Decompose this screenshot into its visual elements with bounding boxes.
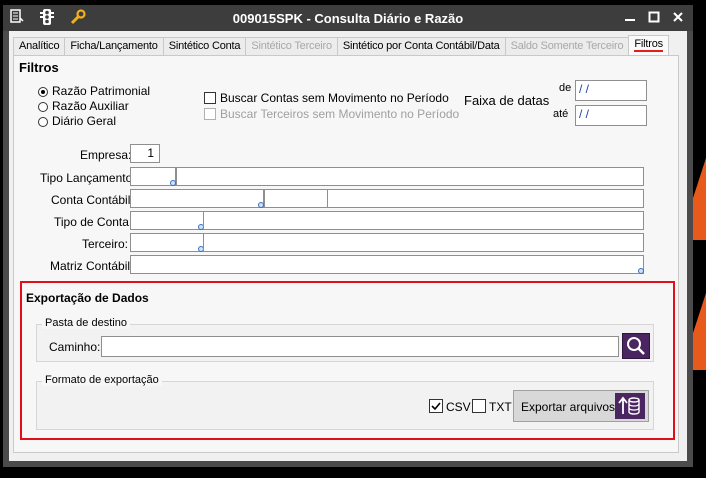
tipo-conta-desc-field[interactable]: [203, 211, 644, 230]
tipo-lancamento-desc-field[interactable]: [176, 167, 644, 186]
window-title: 009015SPK - Consulta Diário e Razão: [232, 11, 464, 26]
minimize-button[interactable]: [621, 9, 639, 27]
tab-strip: Analítico Ficha/Lançamento Sintético Con…: [13, 35, 669, 55]
date-range-label: Faixa de datas: [464, 93, 550, 108]
title-bar: 009015SPK - Consulta Diário e Razão: [3, 5, 693, 31]
browse-folder-button[interactable]: [622, 333, 650, 359]
export-icon: [615, 393, 645, 419]
terceiro-label: Terceiro:: [82, 237, 129, 251]
radio-label: Razão Auxiliar: [52, 99, 129, 113]
checkbox-contas-sem-movimento[interactable]: [204, 92, 216, 104]
export-format-title: Formato de exportação: [42, 374, 162, 386]
checkbox-terceiros-sem-movimento: [204, 108, 216, 120]
export-section: Exportação de Dados Pasta de destino Cam…: [20, 281, 675, 440]
date-to-field[interactable]: / /: [575, 105, 647, 126]
check-icon: [431, 402, 441, 411]
path-label: Caminho:: [49, 340, 101, 354]
checkbox-label: Buscar Contas sem Movimento no Período: [220, 91, 449, 105]
txt-checkbox[interactable]: [472, 399, 486, 413]
destination-folder-title: Pasta de destino: [42, 317, 130, 329]
checkbox-label: Buscar Terceiros sem Movimento no Períod…: [220, 107, 460, 121]
export-title: Exportação de Dados: [26, 291, 149, 305]
export-format-group: Formato de exportação CSV TXT Exportar a…: [36, 374, 654, 430]
csv-checkbox[interactable]: [429, 399, 443, 413]
conta-contabil-code-field[interactable]: [130, 189, 264, 208]
empresa-label: Empresa:: [80, 148, 132, 162]
matriz-contabil-field[interactable]: [130, 255, 644, 274]
search-icon: [627, 337, 645, 355]
radio-razao-patrimonial[interactable]: [38, 87, 48, 97]
csv-label: CSV: [446, 400, 471, 414]
conta-contabil-mid-field[interactable]: [264, 189, 328, 208]
export-files-button[interactable]: Exportar arquivos: [513, 390, 649, 422]
conta-contabil-label: Conta Contábil:: [51, 193, 134, 207]
radio-razao-auxiliar[interactable]: [38, 102, 48, 112]
maximize-button[interactable]: [645, 9, 663, 27]
tab-filtros[interactable]: Filtros: [628, 35, 669, 55]
lookup-icon[interactable]: [638, 268, 644, 274]
date-from-field[interactable]: / /: [575, 80, 647, 101]
tipo-lancamento-label: Tipo Lançamento:: [40, 171, 136, 185]
date-from-label: de: [559, 82, 572, 94]
date-to-label: até: [553, 108, 569, 120]
conta-contabil-desc-field[interactable]: [327, 189, 644, 208]
close-button[interactable]: [669, 9, 687, 27]
tab-analitico[interactable]: Analítico: [13, 37, 66, 55]
tab-saldo-somente-terceiro: Saldo Somente Terceiro: [504, 37, 630, 55]
tab-sintetico-conta[interactable]: Sintético Conta: [162, 37, 247, 55]
tab-ficha-lancamento[interactable]: Ficha/Lançamento: [64, 37, 164, 55]
tab-sintetico-conta-data[interactable]: Sintético por Conta Contábil/Data: [336, 37, 506, 55]
terceiro-desc-field[interactable]: [203, 233, 644, 252]
empresa-field[interactable]: 1: [130, 144, 160, 163]
radio-label: Razão Patrimonial: [52, 84, 151, 98]
terceiro-code-field[interactable]: [130, 233, 204, 252]
matriz-contabil-label: Matriz Contábil:: [50, 259, 134, 273]
tipo-conta-label: Tipo de Conta:: [54, 215, 133, 229]
destination-folder-group: Pasta de destino Caminho:: [36, 317, 654, 362]
txt-label: TXT: [489, 400, 512, 414]
filters-title: Filtros: [19, 60, 59, 75]
radio-diario-geral[interactable]: [38, 117, 48, 127]
tab-sintetico-terceiro: Sintético Terceiro: [245, 37, 338, 55]
export-button-label: Exportar arquivos: [521, 400, 616, 414]
tipo-conta-code-field[interactable]: [130, 211, 204, 230]
path-input[interactable]: [101, 336, 619, 357]
radio-label: Diário Geral: [52, 114, 117, 128]
